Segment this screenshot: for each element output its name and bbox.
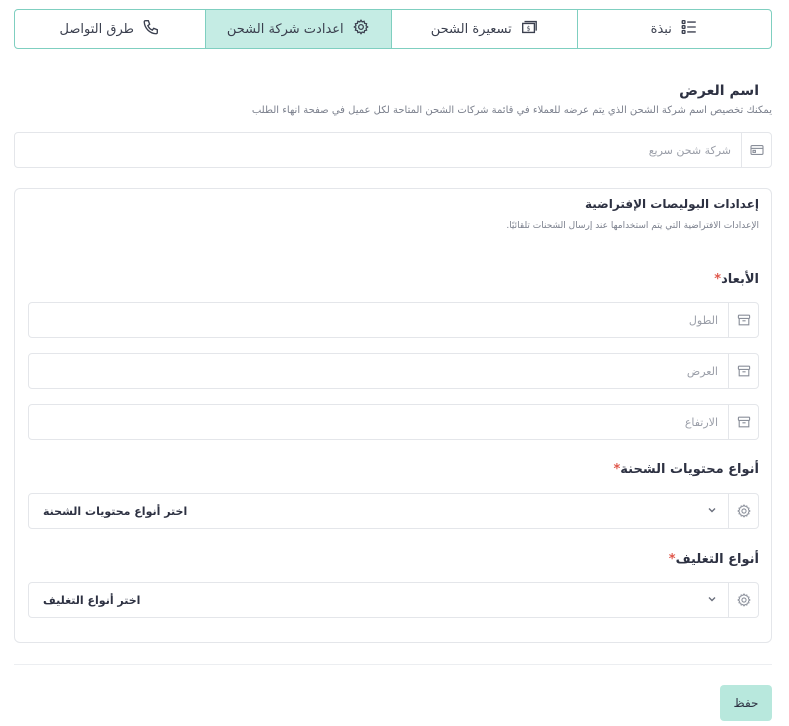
tab-label: نبذة [650,21,672,37]
contents-label-text: أنواع محتويات الشحنة [620,462,759,477]
height-field [28,404,759,440]
tab-shipping-settings[interactable]: اعدادت شركة الشحن [204,10,391,48]
gear-icon [352,18,370,40]
chevron-down-icon [706,593,718,608]
list-icon [680,18,698,40]
dimensions-label: الأبعاد* [714,272,759,287]
phone-icon [142,18,160,40]
box-icon [728,405,758,439]
packaging-select-text: اختر أنواع التغليف [43,593,141,607]
money-icon: $ [520,18,538,40]
display-name-description: يمكنك تخصيص اسم شركة الشحن الذي يتم عرضه… [251,105,772,116]
required-mark: * [668,552,676,567]
gear-icon [728,494,758,528]
packaging-select[interactable]: اختر أنواع التغليف [28,582,759,618]
contents-select-value[interactable]: اختر أنواع محتويات الشحنة [29,494,728,528]
save-button[interactable]: حفظ [720,685,772,721]
card-icon [741,133,771,167]
tab-label: اعدادت شركة الشحن [226,21,344,37]
svg-text:$: $ [526,26,530,33]
tab-contact-methods[interactable]: طرق التواصل [15,10,205,48]
tab-bar: نبذة $ تسعيرة الشحن اعدادت شركة الشحن طر… [14,9,772,49]
packaging-label-text: أنواع التغليف [675,552,759,567]
contents-label: أنواع محتويات الشحنة* [613,462,759,477]
policy-defaults-description: الإعدادات الافتراضية التي يتم استخدامها … [506,221,759,231]
width-input[interactable] [29,354,728,388]
chevron-down-icon [706,504,718,519]
tab-label: تسعيرة الشحن [430,21,512,37]
contents-select[interactable]: اختر أنواع محتويات الشحنة [28,493,759,529]
length-field [28,302,759,338]
tab-label: طرق التواصل [59,21,134,37]
tab-about[interactable]: نبذة [576,10,771,48]
packaging-select-value[interactable]: اختر أنواع التغليف [29,583,728,617]
display-name-field [14,132,772,168]
display-name-input[interactable] [15,133,741,167]
policy-defaults-title: إعدادات البوليصات الإفتراضية [584,197,759,211]
dimensions-label-text: الأبعاد [721,272,759,287]
box-icon [728,303,758,337]
box-icon [728,354,758,388]
contents-select-text: اختر أنواع محتويات الشحنة [43,504,188,518]
packaging-label: أنواع التغليف* [669,552,759,567]
display-name-title: اسم العرض [679,83,759,99]
footer-divider [14,664,772,665]
tab-shipping-pricing[interactable]: $ تسعيرة الشحن [391,10,577,48]
width-field [28,353,759,389]
length-input[interactable] [29,303,728,337]
height-input[interactable] [29,405,728,439]
gear-icon [728,583,758,617]
